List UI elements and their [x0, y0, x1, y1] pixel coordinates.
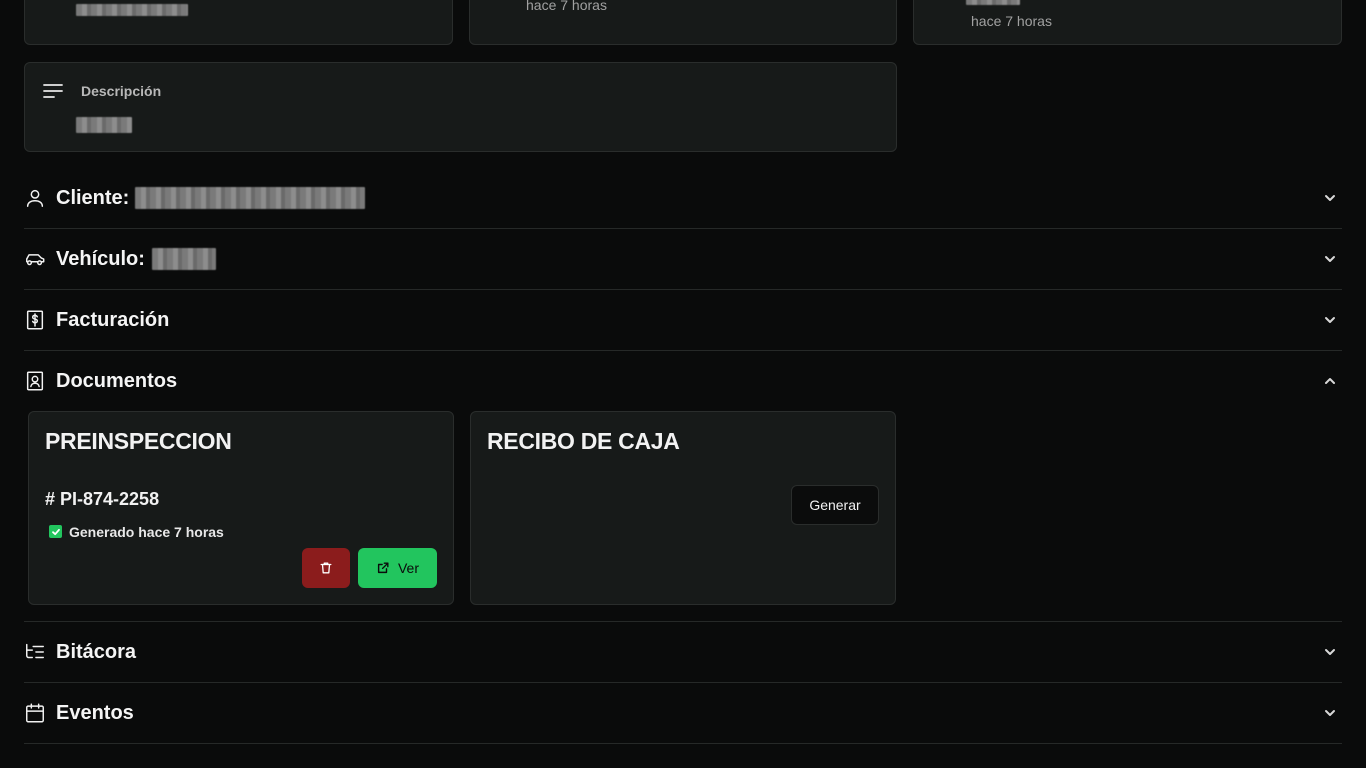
- section-bitacora[interactable]: Bitácora: [24, 622, 1342, 683]
- info-card-2: hace 7 horas: [469, 0, 897, 45]
- calendar-icon: [24, 702, 46, 724]
- view-label: Ver: [397, 560, 419, 576]
- document-number: # PI-874-2258: [45, 489, 160, 509]
- generate-button[interactable]: Generar: [791, 485, 879, 525]
- chevron-down-icon[interactable]: [1322, 705, 1338, 721]
- chevron-up-icon[interactable]: [1322, 373, 1338, 389]
- description-card: Descripción: [24, 62, 897, 152]
- section-title: Documentos: [56, 369, 178, 392]
- car-icon: [24, 248, 46, 270]
- generate-label: Generar: [809, 497, 861, 513]
- section-facturacion[interactable]: Facturación: [24, 290, 1342, 351]
- section-eventos[interactable]: Eventos: [24, 683, 1342, 744]
- trash-icon: [319, 561, 333, 575]
- contact-book-icon: [24, 370, 46, 392]
- external-link-icon: [376, 561, 390, 575]
- section-title: Eventos: [56, 701, 134, 724]
- info-card-time: hace 7 horas: [526, 0, 607, 13]
- redacted-value: [151, 248, 216, 270]
- info-card-1: [24, 0, 453, 45]
- delete-document-button[interactable]: [302, 548, 350, 588]
- section-title: Facturación: [56, 308, 170, 331]
- receipt-icon: [24, 309, 46, 331]
- description-label: Descripción: [81, 83, 162, 99]
- section-title: Bitácora: [56, 640, 137, 663]
- user-icon: [24, 187, 46, 209]
- menu-lines-icon: [42, 82, 64, 100]
- document-title: RECIBO DE CAJA: [487, 428, 680, 454]
- document-status: Generado hace 7 horas: [69, 524, 224, 540]
- list-tree-icon: [24, 641, 46, 663]
- section-cliente[interactable]: Cliente:: [24, 168, 1342, 229]
- document-card-preinspeccion: PREINSPECCION # PI-874-2258 Generado hac…: [28, 411, 454, 605]
- view-document-button[interactable]: Ver: [358, 548, 437, 588]
- chevron-down-icon[interactable]: [1322, 190, 1338, 206]
- section-title: Vehículo:: [56, 247, 145, 270]
- section-title: Cliente:: [56, 186, 130, 209]
- chevron-down-icon[interactable]: [1322, 312, 1338, 328]
- info-card-time: hace 7 horas: [971, 13, 1052, 29]
- section-vehiculo[interactable]: Vehículo:: [24, 229, 1342, 290]
- redacted-value: [76, 117, 132, 133]
- info-card-3: hace 7 horas: [913, 0, 1342, 45]
- redacted-value: [76, 4, 188, 16]
- document-title: PREINSPECCION: [45, 428, 232, 454]
- document-card-recibo: RECIBO DE CAJA Generar: [470, 411, 896, 605]
- chevron-down-icon[interactable]: [1322, 644, 1338, 660]
- chevron-down-icon[interactable]: [1322, 251, 1338, 267]
- redacted-value: [135, 187, 366, 209]
- section-documentos[interactable]: Documentos: [24, 351, 1342, 411]
- redacted-value: [966, 0, 1020, 5]
- check-icon: [49, 525, 62, 538]
